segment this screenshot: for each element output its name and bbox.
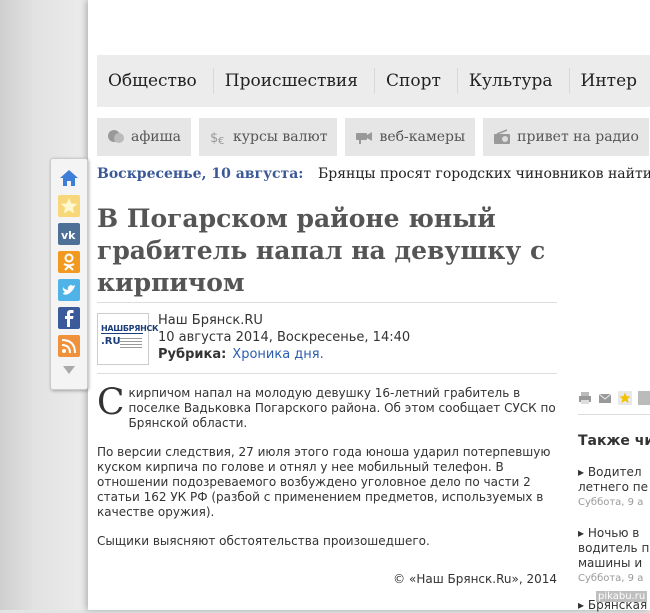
chevron-down-icon[interactable] <box>58 363 80 377</box>
nav-item-incidents[interactable]: Происшествия <box>214 68 375 94</box>
rubric-link[interactable]: Хроника дня. <box>232 347 323 362</box>
favorite-star-icon[interactable] <box>618 390 632 405</box>
news-ticker: Воскресенье, 10 августа: Брянцы просят г… <box>97 166 650 188</box>
article-paragraph: Скирпичом напал на молодую девушку 16-ле… <box>97 382 556 431</box>
article-body: Скирпичом напал на молодую девушку 16-ле… <box>97 382 559 563</box>
vk-icon[interactable]: vk <box>58 223 80 245</box>
article-title: В Погарском районе юный грабитель напал … <box>97 204 546 297</box>
ticker-headline[interactable]: Брянцы просят городских чиновников найти <box>318 166 650 182</box>
subnav-radio-label: привет на радио <box>517 129 639 145</box>
radio-icon <box>493 129 511 145</box>
nav-item-culture[interactable]: Культура <box>458 68 570 94</box>
article-source: Наш Брянск.RU <box>158 313 263 328</box>
article-paragraph: По версии следствия, 27 июля этого года … <box>97 445 551 519</box>
nav-item-sport[interactable]: Спорт <box>375 68 458 94</box>
share-sidebar: vk <box>50 158 88 390</box>
subnav-afisha[interactable]: афиша <box>97 118 191 156</box>
article-tools <box>578 390 650 405</box>
svg-text:vk: vk <box>61 229 76 242</box>
divider <box>97 373 557 374</box>
svg-text:€: € <box>218 136 224 145</box>
nav-item-inter[interactable]: Интер <box>570 68 650 94</box>
theater-masks-icon <box>107 129 125 145</box>
currency-icon: $ € <box>209 129 227 147</box>
share-icon[interactable] <box>638 390 650 405</box>
copyright: © «Наш Брянск.Ru», 2014 <box>393 572 557 586</box>
related-heading: Также чи <box>578 433 650 449</box>
subnav-webcams-label: веб-камеры <box>379 129 466 145</box>
camera-icon <box>355 129 373 145</box>
home-icon[interactable] <box>58 167 80 189</box>
email-icon[interactable] <box>598 390 612 404</box>
rubric-label: Рубрика: <box>158 347 227 362</box>
facebook-icon[interactable] <box>58 307 80 329</box>
print-icon[interactable] <box>578 390 592 404</box>
divider <box>97 302 557 303</box>
nav-item-society[interactable]: Общество <box>97 68 214 94</box>
article-paragraph: Сыщики выясняют обстоятельства произошед… <box>97 534 430 548</box>
related-item[interactable]: ▸ Ночью в водитель п машины и Суббота, 9… <box>578 526 650 586</box>
twitter-icon[interactable] <box>58 279 80 301</box>
article-datetime: 10 августа 2014, Воскресенье, 14:40 <box>158 330 411 345</box>
dropcap: С <box>97 382 125 423</box>
watermark: pikabu.ru <box>596 591 648 602</box>
article-meta: Наш Брянск.RU 10 августа 2014, Воскресен… <box>158 312 410 363</box>
subnav-radio[interactable]: привет на радио <box>483 118 649 156</box>
divider <box>578 414 650 415</box>
related-item[interactable]: ▸ Водител летнего пе Суббота, 9 а <box>578 465 650 510</box>
subnav-currency[interactable]: $ € курсы валют <box>199 118 338 156</box>
main-nav: Общество Происшествия Спорт Культура Инт… <box>97 55 650 107</box>
subnav-currency-label: курсы валют <box>233 129 328 145</box>
source-logo: НАШБРЯНСК .RU <box>97 313 159 365</box>
star-icon[interactable] <box>58 195 80 217</box>
sub-nav: афиша $ € курсы валют веб-камеры привет н… <box>97 118 650 156</box>
ticker-date: Воскресенье, 10 августа: <box>97 166 304 182</box>
subnav-webcams[interactable]: веб-камеры <box>345 118 476 156</box>
odnoklassniki-icon[interactable] <box>58 251 80 273</box>
subnav-afisha-label: афиша <box>131 129 181 145</box>
rss-icon[interactable] <box>58 335 80 357</box>
